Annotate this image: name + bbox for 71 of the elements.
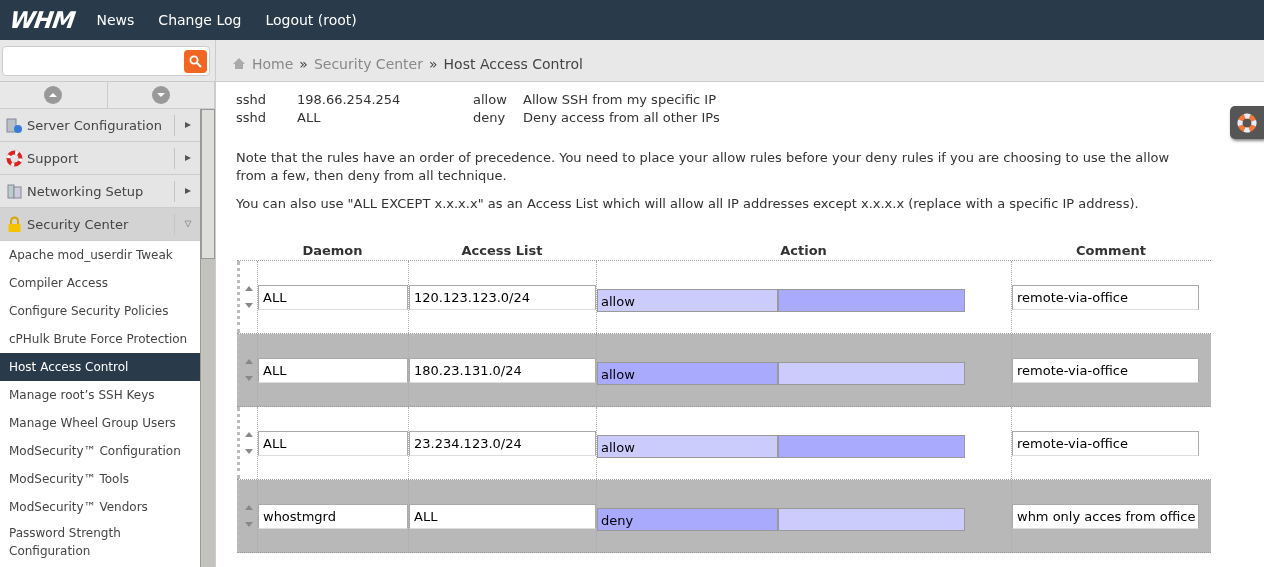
daemon-field[interactable]: ALL [258, 284, 408, 310]
lifebuoy-icon [6, 149, 23, 167]
search-field[interactable] [2, 46, 210, 76]
action-option-bar[interactable] [778, 288, 965, 312]
example-daemon: sshd [236, 109, 268, 127]
daemon-field[interactable]: whostmgrd [258, 503, 408, 529]
menu-group-label: Server Configuration [27, 117, 163, 133]
up-icon [44, 86, 63, 104]
computer-icon [6, 182, 23, 200]
expand-icon [183, 187, 192, 195]
collapse-icon [183, 220, 192, 228]
action-option[interactable]: allow [597, 288, 778, 312]
example-action: allow [473, 91, 508, 109]
column-header: Action [779, 243, 828, 260]
daemon-field[interactable]: ALL [258, 357, 408, 383]
action-option[interactable]: allow [597, 434, 778, 458]
example-daemon: sshd [236, 91, 268, 109]
comment-field[interactable]: remote-via-office [1012, 284, 1199, 310]
note-text: Note that the rules have an order of precedence. You need to place your allow rules before your deny rules if you are choosing to use the allow from a few, then deny from all technique. [236, 149, 1171, 185]
sort-arrows-icon[interactable] [243, 357, 254, 383]
menu-item[interactable]: Host Access Control [0, 353, 200, 381]
padlock-icon [6, 215, 23, 233]
search-button[interactable] [184, 49, 207, 73]
breadcrumb-separator: » [429, 55, 438, 72]
sort-arrows-icon[interactable] [243, 284, 254, 310]
lifebuoy-icon [1237, 112, 1257, 133]
column-header: Access List [460, 243, 544, 260]
sort-arrows-icon[interactable] [243, 430, 254, 456]
down-icon [151, 86, 170, 104]
example-action: deny [473, 109, 507, 127]
note-text: You can also use "ALL EXCEPT x.x.x.x" as an Access List which will allow all IP addresses except x.x.x.x (replace with a specific IP address). [236, 195, 1140, 213]
expand-icon [183, 154, 192, 162]
home-icon [232, 57, 246, 70]
menu-group[interactable]: Networking Setup [0, 175, 200, 208]
action-option-bar[interactable] [778, 434, 965, 458]
example-comment: Allow SSH from my specific IP [523, 91, 718, 109]
nav-link[interactable]: Logout (root) [265, 12, 357, 28]
menu-group-label: Security Center [27, 216, 130, 232]
column-header: Comment [1075, 243, 1147, 260]
whm-logo[interactable]: WHM [0, 7, 99, 33]
comment-field[interactable]: whm only acces from office [1012, 503, 1199, 529]
search-icon [189, 54, 202, 68]
example-access-list: ALL [297, 109, 473, 127]
action-option-bar[interactable] [778, 507, 965, 531]
example-access-list: 198.66.254.254 [297, 91, 473, 109]
action-option[interactable]: deny [597, 507, 778, 531]
menu-group-label: Support [27, 150, 80, 166]
access-list-field[interactable]: 120.123.123.0/24 [409, 284, 596, 310]
example-comment: Deny access from all other IPs [523, 109, 720, 127]
access-list-field[interactable]: 23.234.123.0/24 [409, 430, 596, 456]
comment-field[interactable]: remote-via-office [1012, 430, 1199, 456]
server-gear-icon [6, 116, 23, 134]
menu-group[interactable]: Server Configuration [0, 109, 200, 142]
column-header: Daemon [301, 243, 364, 260]
menu-group-label: Networking Setup [27, 183, 145, 199]
breadcrumb-link[interactable]: Host Access Control [443, 55, 583, 72]
nav-link[interactable]: News [96, 12, 135, 28]
access-list-field[interactable]: 180.23.131.0/24 [409, 357, 596, 383]
menu-group[interactable]: Support [0, 142, 200, 175]
breadcrumb-separator: » [299, 55, 308, 72]
action-option-bar[interactable] [778, 361, 965, 385]
expand-icon [183, 121, 192, 129]
daemon-field[interactable]: ALL [258, 430, 408, 456]
sort-arrows-icon[interactable] [243, 503, 254, 529]
scrollbar[interactable] [200, 109, 215, 567]
access-list-field[interactable]: ALL [409, 503, 596, 529]
menu-group[interactable]: Security Center [0, 208, 200, 241]
action-option[interactable]: allow [597, 361, 778, 385]
nav-link[interactable]: Change Log [158, 12, 242, 28]
help-button[interactable] [1230, 106, 1264, 139]
comment-field[interactable]: remote-via-office [1012, 357, 1199, 383]
